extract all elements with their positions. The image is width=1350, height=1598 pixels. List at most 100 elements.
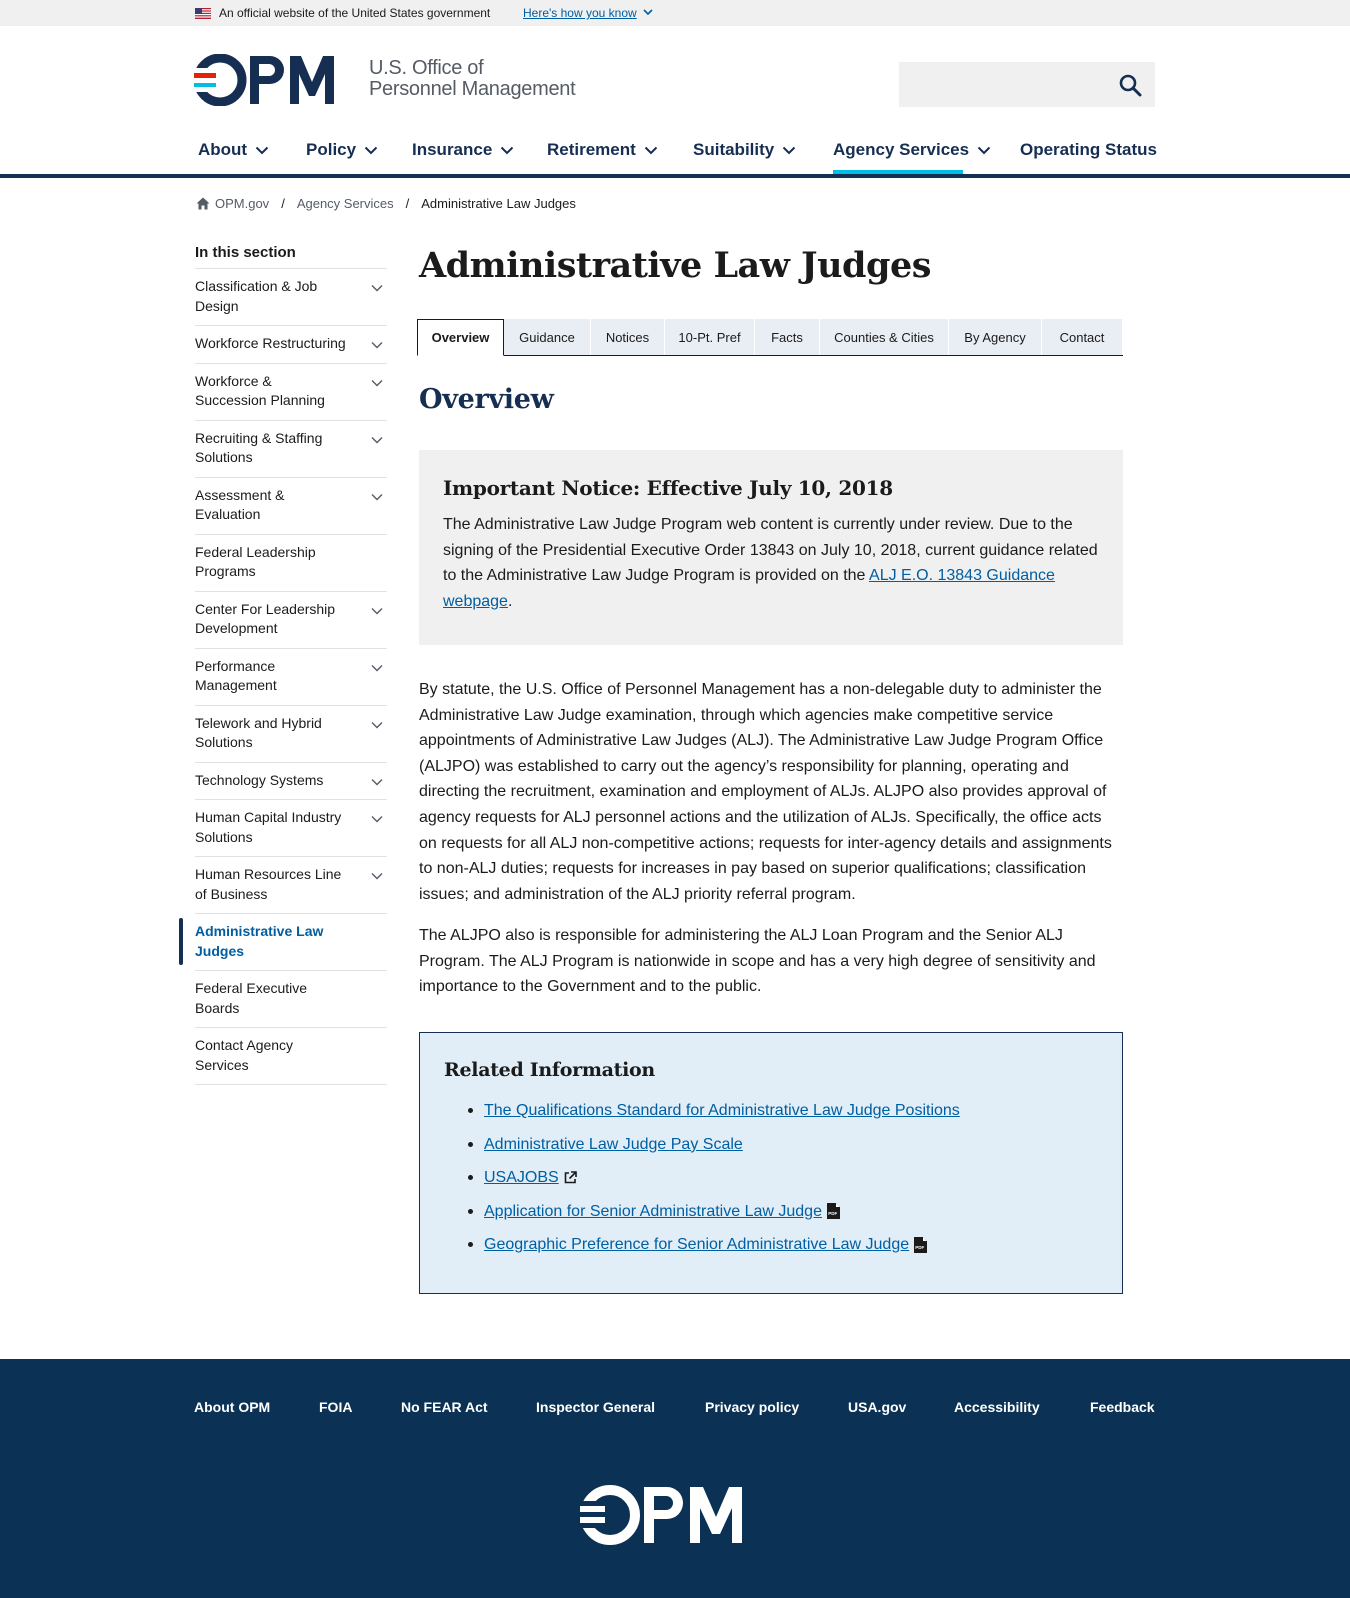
chevron-down-icon[interactable]	[371, 664, 383, 672]
sidenav-item-center-leadership[interactable]: Center For Leadership Development	[195, 592, 387, 649]
sidenav-item-telework[interactable]: Telework and Hybrid Solutions	[195, 706, 387, 763]
list-item: Administrative Law Judge Pay Scale	[468, 1133, 1098, 1156]
nav-item-policy[interactable]: Policy	[306, 140, 378, 160]
overview-paragraph-2: The ALJPO also is responsible for admini…	[419, 927, 1096, 996]
chevron-down-icon	[255, 146, 269, 154]
sidenav-item-label: Human Capital Industry Solutions	[195, 809, 342, 845]
tab-counties-cities[interactable]: Counties & Cities	[820, 319, 949, 355]
svg-text:PDF: PDF	[828, 1211, 837, 1216]
site-footer: About OPM FOIA No FEAR Act Inspector Gen…	[0, 1359, 1350, 1598]
sidenav-item-human-capital[interactable]: Human Capital Industry Solutions	[195, 800, 387, 857]
tab-by-agency[interactable]: By Agency	[949, 319, 1042, 355]
related-links-list: The Qualifications Standard for Administ…	[444, 1099, 1098, 1256]
nav-item-insurance[interactable]: Insurance	[412, 140, 514, 160]
breadcrumb-separator: /	[405, 196, 410, 211]
official-site-text: An official website of the United States…	[219, 6, 491, 20]
sidenav-title: In this section	[195, 244, 387, 269]
us-flag-icon	[195, 8, 211, 19]
tab-notices[interactable]: Notices	[591, 319, 665, 355]
sidenav-item-label: Contact Agency Services	[195, 1037, 294, 1073]
sidenav-item-workforce-restructuring[interactable]: Workforce Restructuring	[195, 326, 387, 364]
search-button[interactable]	[1105, 62, 1155, 107]
tab-guidance[interactable]: Guidance	[504, 319, 591, 355]
sidenav-item-assessment-evaluation[interactable]: Assessment & Evaluation	[195, 478, 387, 535]
qualifications-standard-link[interactable]: The Qualifications Standard for Administ…	[484, 1099, 960, 1122]
sidenav-item-succession-planning[interactable]: Workforce & Succession Planning	[195, 364, 387, 421]
chevron-down-icon[interactable]	[371, 379, 383, 387]
main-nav: About Policy Insurance Retirement Suitab…	[0, 130, 1350, 178]
chevron-down-icon[interactable]	[371, 341, 383, 349]
nav-item-retirement[interactable]: Retirement	[547, 140, 658, 160]
breadcrumb-home-link[interactable]: OPM.gov	[215, 196, 269, 211]
breadcrumb-agency-services-link[interactable]: Agency Services	[297, 196, 394, 211]
section-heading: Overview	[419, 384, 554, 415]
tab-10-pt-pref[interactable]: 10-Pt. Pref	[665, 319, 755, 355]
sidenav-item-classification[interactable]: Classification & Job Design	[195, 269, 387, 326]
home-icon	[196, 197, 210, 210]
opm-logo-mark	[580, 1485, 742, 1545]
footer-link-feedback[interactable]: Feedback	[1090, 1399, 1155, 1415]
external-link-icon	[564, 1171, 577, 1184]
chevron-down-icon[interactable]	[371, 778, 383, 786]
tab-facts[interactable]: Facts	[755, 319, 820, 355]
sidenav-item-label: Administrative Law Judges	[195, 923, 324, 959]
tab-overview[interactable]: Overview	[417, 319, 504, 356]
page-title: Administrative Law Judges	[419, 245, 931, 286]
nav-item-label: Insurance	[412, 140, 493, 159]
search-input[interactable]	[899, 62, 1099, 107]
chevron-down-icon[interactable]	[643, 8, 653, 16]
usajobs-link[interactable]: USAJOBS	[484, 1166, 559, 1189]
footer-link-usa-gov[interactable]: USA.gov	[848, 1399, 906, 1415]
pay-scale-link[interactable]: Administrative Law Judge Pay Scale	[484, 1133, 743, 1156]
sidenav-item-recruiting-staffing[interactable]: Recruiting & Staffing Solutions	[195, 421, 387, 478]
pdf-icon: PDF	[826, 1203, 840, 1219]
nav-item-suitability[interactable]: Suitability	[693, 140, 796, 160]
sidenav-item-contact-agency-services[interactable]: Contact Agency Services	[195, 1028, 387, 1085]
footer-link-no-fear-act[interactable]: No FEAR Act	[401, 1399, 488, 1415]
sidenav-item-label: Technology Systems	[195, 771, 324, 788]
list-item: USAJOBS	[468, 1166, 1098, 1189]
chevron-down-icon[interactable]	[371, 721, 383, 729]
sidenav-item-label: Performance Management	[195, 657, 277, 694]
list-item: The Qualifications Standard for Administ…	[468, 1099, 1098, 1122]
related-heading: Related Information	[444, 1059, 655, 1081]
nav-item-about[interactable]: About	[198, 140, 269, 160]
sidenav-item-label: Classification & Job Design	[195, 278, 318, 314]
sidenav-item-performance-management[interactable]: Performance Management	[195, 649, 387, 706]
sidenav-item-technology-systems[interactable]: Technology Systems	[195, 763, 387, 800]
footer-link-foia[interactable]: FOIA	[319, 1399, 352, 1415]
nav-item-label: About	[198, 140, 248, 159]
nav-item-agency-services[interactable]: Agency Services	[833, 140, 991, 160]
notice-heading: Important Notice: Effective July 10, 201…	[443, 476, 893, 500]
chevron-down-icon	[783, 146, 796, 154]
footer-link-privacy-policy[interactable]: Privacy policy	[705, 1399, 799, 1415]
sidenav-item-administrative-law-judges[interactable]: Administrative Law Judges	[179, 914, 387, 971]
chevron-down-icon[interactable]	[371, 872, 383, 880]
footer-link-about-opm[interactable]: About OPM	[194, 1399, 270, 1415]
geographic-preference-link[interactable]: Geographic Preference for Senior Adminis…	[484, 1233, 909, 1256]
chevron-down-icon[interactable]	[371, 436, 383, 444]
related-information-box: Related Information The Qualifications S…	[419, 1032, 1123, 1294]
agency-name-line1: U.S. Office of	[369, 57, 484, 79]
nav-item-label: Policy	[306, 140, 357, 159]
opm-logo[interactable]	[193, 53, 354, 111]
nav-item-label: Suitability	[693, 140, 775, 159]
chevron-down-icon[interactable]	[371, 493, 383, 501]
footer-link-inspector-general[interactable]: Inspector General	[536, 1399, 655, 1415]
chevron-down-icon[interactable]	[371, 607, 383, 615]
how-you-know-link[interactable]: Here's how you know	[523, 6, 637, 20]
list-item: Geographic Preference for Senior Adminis…	[468, 1233, 1098, 1256]
search-box	[899, 62, 1155, 107]
senior-alj-application-link[interactable]: Application for Senior Administrative La…	[484, 1200, 822, 1223]
footer-opm-logo[interactable]	[580, 1485, 764, 1550]
footer-link-accessibility[interactable]: Accessibility	[954, 1399, 1040, 1415]
nav-item-operating-status[interactable]: Operating Status	[1020, 140, 1157, 160]
chevron-down-icon[interactable]	[371, 815, 383, 823]
chevron-down-icon[interactable]	[371, 284, 383, 292]
agency-name: U.S. Office of Personnel Management	[369, 57, 576, 100]
sidenav-item-federal-leadership[interactable]: Federal Leadership Programs	[195, 535, 387, 592]
tab-contact[interactable]: Contact	[1042, 319, 1123, 355]
sidenav-item-federal-executive-boards[interactable]: Federal Executive Boards	[195, 971, 387, 1028]
sidenav-item-hr-line-of-business[interactable]: Human Resources Line of Business	[195, 857, 387, 914]
opm-logo-mark	[193, 53, 334, 107]
